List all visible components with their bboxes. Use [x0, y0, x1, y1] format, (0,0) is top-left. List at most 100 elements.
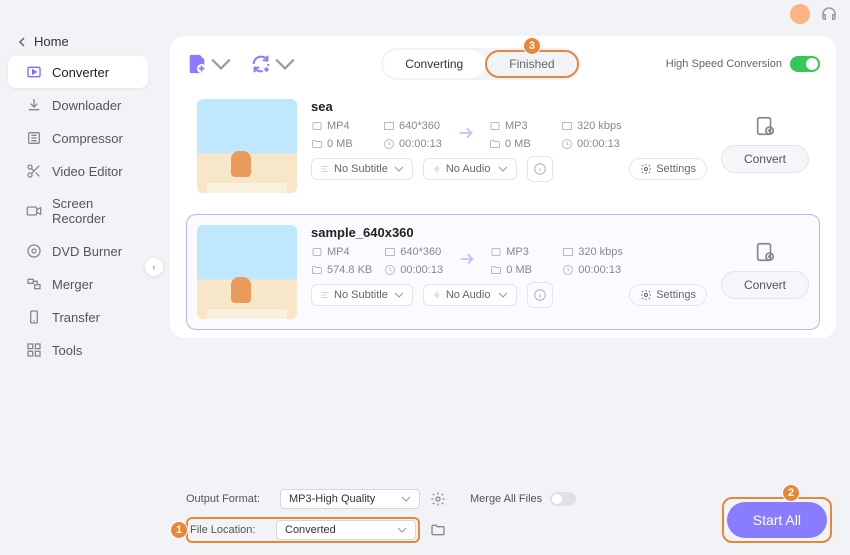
sidebar-item-label: Video Editor: [52, 164, 123, 179]
video-thumbnail[interactable]: [197, 99, 297, 193]
sidebar-collapse-handle[interactable]: ‹: [145, 258, 163, 276]
info-icon: [533, 288, 547, 302]
folder-icon: [311, 138, 323, 150]
chevron-down-icon: [394, 290, 404, 300]
add-from-device-button[interactable]: [250, 53, 296, 75]
file-title: sample_640x360: [311, 225, 707, 240]
merge-label: Merge All Files: [470, 493, 542, 505]
dst-size: 0 MB: [506, 264, 532, 276]
file-title: sea: [311, 99, 707, 114]
dst-duration: 00:00:13: [577, 138, 620, 150]
support-icon[interactable]: [820, 5, 838, 23]
grid-icon: [26, 342, 42, 358]
output-format-label: Output Format:: [186, 493, 272, 505]
annotation-3: 3 Finished: [485, 50, 578, 78]
arrow-right-icon: [455, 122, 477, 149]
tab-converting[interactable]: Converting: [383, 50, 485, 78]
high-speed-toggle[interactable]: [790, 56, 820, 72]
dst-format: MP3: [505, 120, 528, 132]
scissors-icon: [26, 163, 42, 179]
resolution-icon: [383, 120, 395, 132]
bitrate-icon: [562, 246, 574, 258]
chevron-down-icon: [210, 53, 232, 75]
file-location-select[interactable]: Converted: [276, 520, 416, 540]
output-format-select[interactable]: MP3-High Quality: [280, 489, 420, 509]
chevron-down-icon: [274, 53, 296, 75]
info-button[interactable]: [527, 282, 553, 308]
folder-icon: [490, 264, 502, 276]
sidebar-item-dvd-burner[interactable]: DVD Burner: [8, 235, 148, 267]
output-preset-icon[interactable]: [754, 115, 776, 137]
sidebar-item-transfer[interactable]: Transfer: [8, 301, 148, 333]
user-avatar[interactable]: [790, 4, 810, 24]
sidebar-item-label: Screen Recorder: [52, 196, 134, 226]
status-tabs: Converting 3 Finished: [381, 48, 580, 80]
start-all-button[interactable]: Start All: [727, 502, 827, 538]
toolbar: Converting 3 Finished High Speed Convers…: [186, 48, 820, 80]
sidebar-item-converter[interactable]: Converter: [8, 56, 148, 88]
src-format: MP4: [327, 120, 350, 132]
dst-format: MP3: [506, 246, 529, 258]
output-preset-icon[interactable]: [754, 241, 776, 263]
add-file-icon: [186, 53, 208, 75]
item-settings-button[interactable]: Settings: [629, 158, 707, 180]
clock-icon: [383, 138, 395, 150]
sidebar-item-tools[interactable]: Tools: [8, 334, 148, 366]
src-duration: 00:00:13: [399, 138, 442, 150]
gear-icon: [640, 163, 652, 175]
high-speed-label: High Speed Conversion: [666, 58, 782, 70]
src-resolution: 640*360: [400, 246, 441, 258]
src-format: MP4: [327, 246, 350, 258]
audio-select[interactable]: No Audio: [423, 158, 517, 180]
refresh-add-icon: [250, 53, 272, 75]
folder-icon: [489, 138, 501, 150]
audio-wave-icon: [432, 164, 442, 174]
sidebar-item-video-editor[interactable]: Video Editor: [8, 155, 148, 187]
item-settings-button[interactable]: Settings: [629, 284, 707, 306]
src-size: 574.8 KB: [327, 264, 372, 276]
sidebar-item-screen-recorder[interactable]: Screen Recorder: [8, 188, 148, 234]
dst-size: 0 MB: [505, 138, 531, 150]
download-icon: [26, 97, 42, 113]
sidebar-item-compressor[interactable]: Compressor: [8, 122, 148, 154]
content-card: Converting 3 Finished High Speed Convers…: [170, 36, 836, 338]
output-settings-button[interactable]: [428, 489, 448, 509]
open-folder-button[interactable]: [428, 520, 448, 540]
home-back-link[interactable]: Home: [0, 28, 156, 55]
sidebar-item-label: Downloader: [52, 98, 121, 113]
sidebar: Home Converter Downloader Compressor Vid…: [0, 0, 156, 527]
convert-button[interactable]: Convert: [721, 145, 809, 173]
file-item[interactable]: sea MP4 0 MB 640*360 00:00:13 MP3: [186, 88, 820, 204]
clock-icon: [561, 138, 573, 150]
merge-toggle[interactable]: [550, 492, 576, 506]
sidebar-item-label: DVD Burner: [52, 244, 122, 259]
info-icon: [533, 162, 547, 176]
dst-duration: 00:00:13: [578, 264, 621, 276]
sidebar-item-label: Transfer: [52, 310, 100, 325]
info-button[interactable]: [527, 156, 553, 182]
transfer-icon: [26, 309, 42, 325]
audio-select[interactable]: No Audio: [423, 284, 517, 306]
video-thumbnail[interactable]: [197, 225, 297, 319]
src-resolution: 640*360: [399, 120, 440, 132]
file-item[interactable]: sample_640x360 MP4 574.8 KB 640*360 00:0…: [186, 214, 820, 330]
resolution-icon: [384, 246, 396, 258]
sidebar-item-merger[interactable]: Merger: [8, 268, 148, 300]
gear-icon: [640, 289, 652, 301]
converter-icon: [26, 64, 42, 80]
chevron-down-icon: [394, 164, 404, 174]
add-file-button[interactable]: [186, 53, 232, 75]
dst-bitrate: 320 kbps: [577, 120, 622, 132]
format-icon: [311, 120, 323, 132]
subtitle-icon: [320, 164, 330, 174]
subtitle-select[interactable]: No Subtitle: [311, 284, 413, 306]
tab-finished[interactable]: Finished: [487, 52, 576, 76]
disc-icon: [26, 243, 42, 259]
clock-icon: [384, 264, 396, 276]
subtitle-select[interactable]: No Subtitle: [311, 158, 413, 180]
merge-icon: [26, 276, 42, 292]
subtitle-icon: [320, 290, 330, 300]
sidebar-item-downloader[interactable]: Downloader: [8, 89, 148, 121]
convert-button[interactable]: Convert: [721, 271, 809, 299]
chevron-down-icon: [498, 290, 508, 300]
